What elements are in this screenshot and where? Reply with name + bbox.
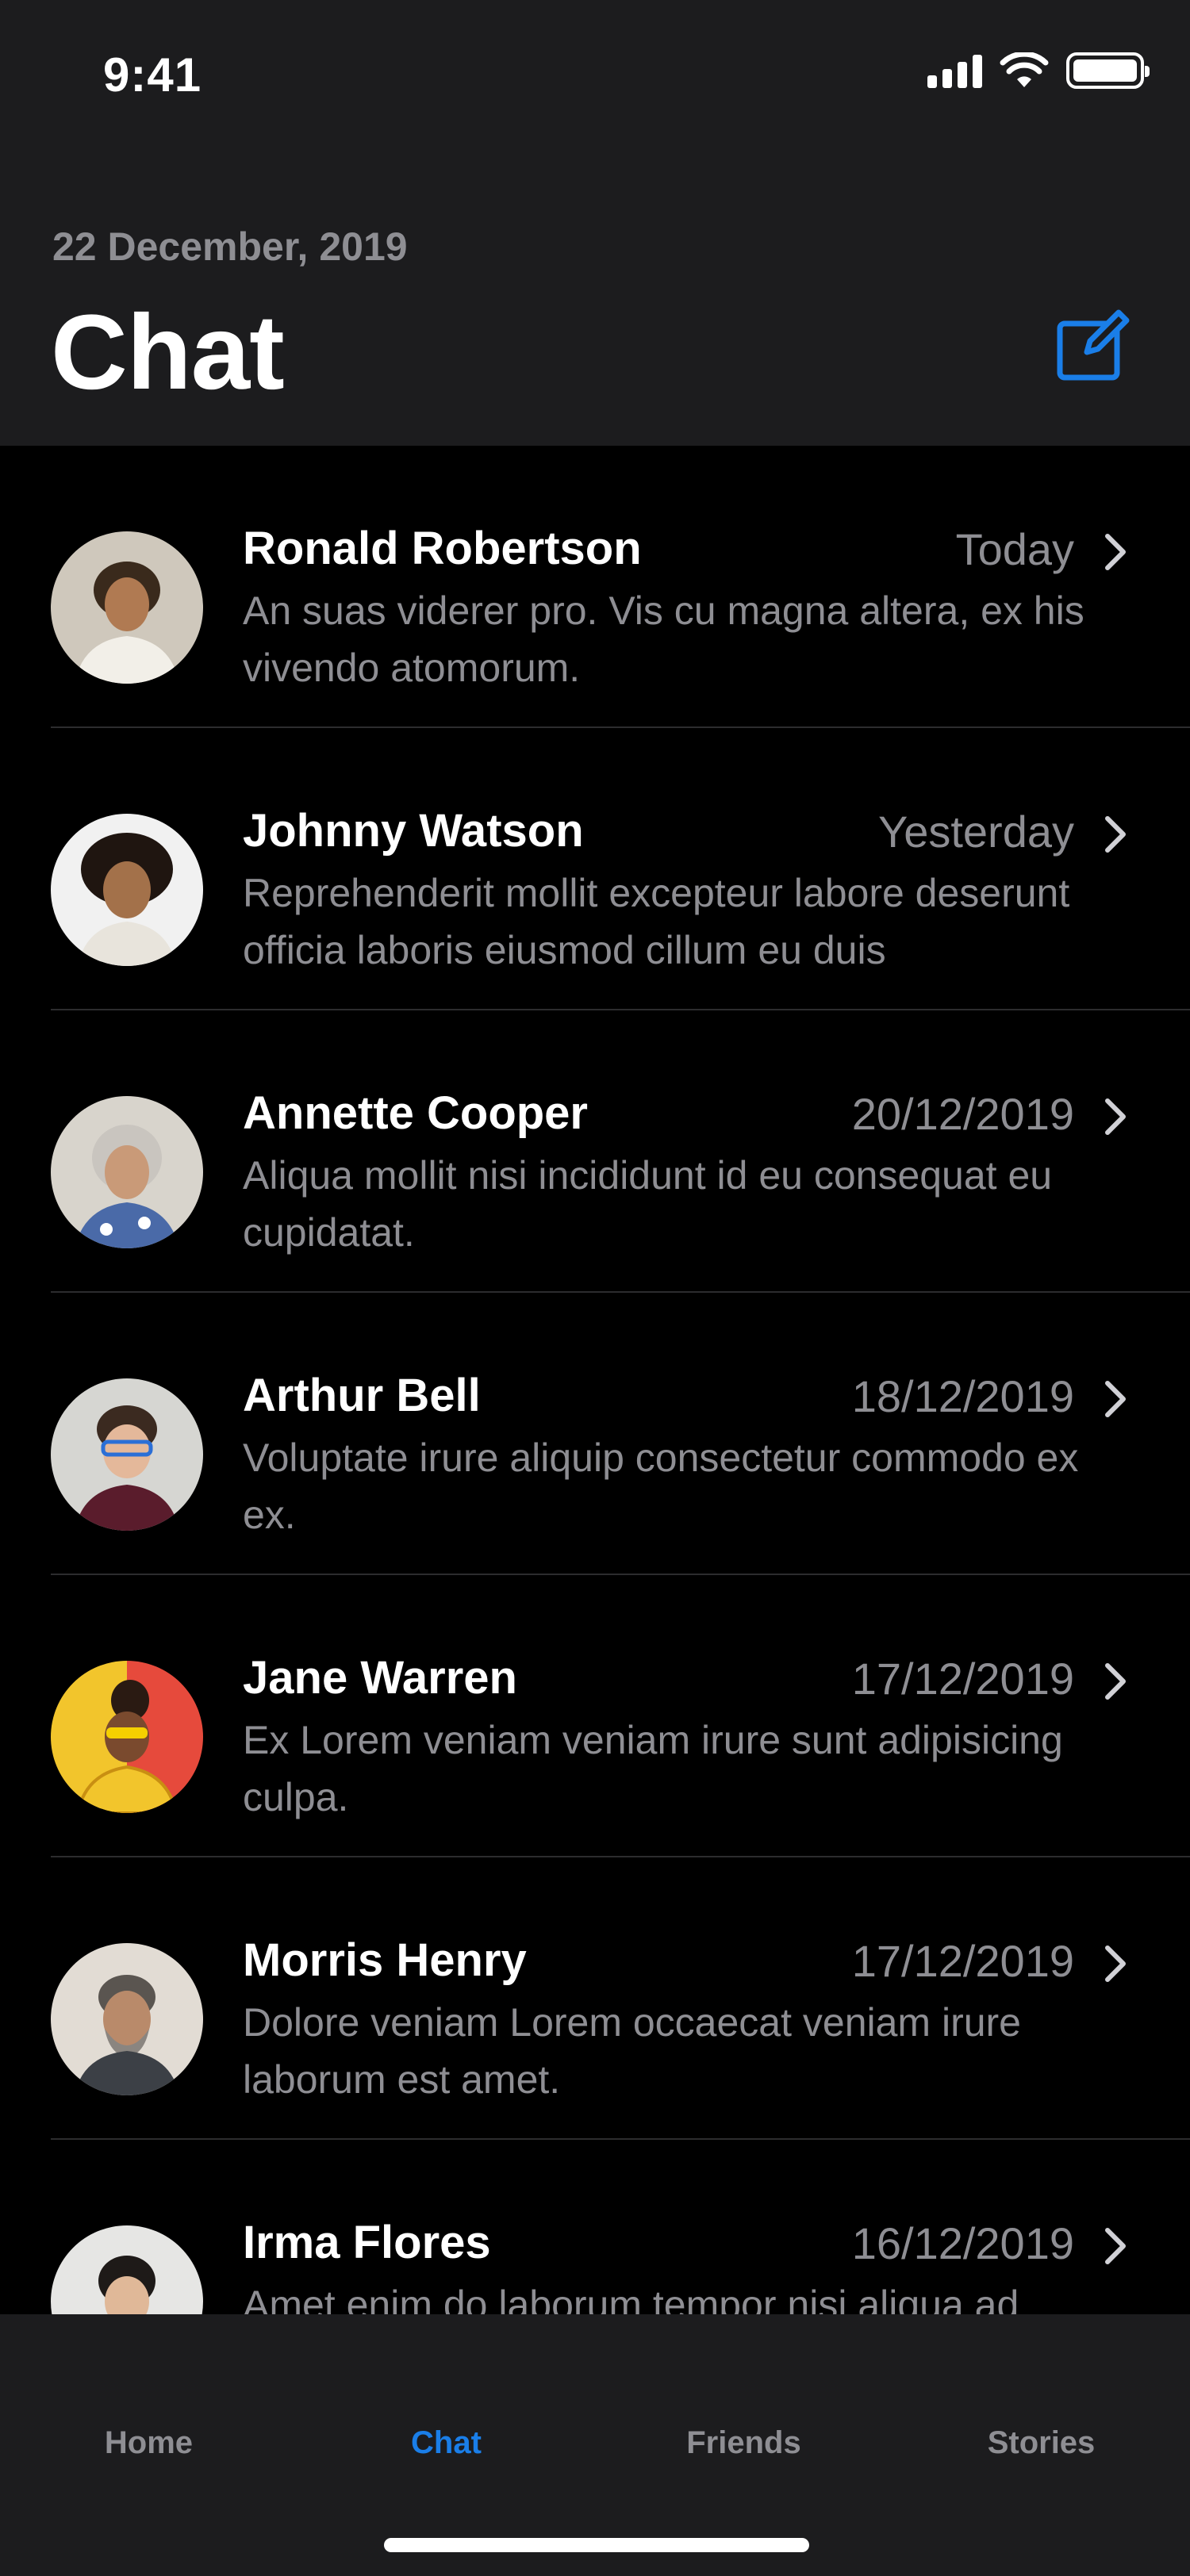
avatar [51,1943,203,2095]
message-date: 16/12/2019 [851,2218,1074,2268]
message-preview: Dolore veniam Lorem occaecat veniam irur… [243,2000,1021,2102]
contact-name: Morris Henry [243,1934,527,1986]
avatar [51,1378,203,1531]
compose-icon[interactable] [1055,306,1131,382]
message-preview: Voluptate irure aliquip consectetur comm… [243,1436,1079,1537]
battery-icon [1066,52,1150,89]
contact-name: Ronald Robertson [243,523,642,574]
message-preview: An suas viderer pro. Vis cu magna altera… [243,588,1084,690]
chat-row[interactable]: Morris Henry 17/12/2019 Dolore veniam Lo… [0,1857,1190,2140]
chat-row[interactable]: Arthur Bell 18/12/2019 Voluptate irure a… [0,1293,1190,1575]
message-date: 17/12/2019 [851,1654,1074,1704]
message-preview: Aliqua mollit nisi incididunt id eu cons… [243,1153,1053,1255]
status-icons [927,52,1150,89]
wifi-icon [1000,52,1049,87]
contact-name: Annette Cooper [243,1087,588,1139]
tab-bar: Home Chat Friends Stories [0,2314,1190,2576]
message-date: Today [955,524,1074,574]
chevron-right-icon [1105,1945,1126,1982]
header: 22 December, 2019 Chat [0,159,1190,446]
tab-home[interactable]: Home [0,2425,298,2461]
tab-chat[interactable]: Chat [298,2425,595,2461]
page-title: Chat [51,293,285,412]
avatar [51,814,203,966]
chat-list: Ronald Robertson Today An suas viderer p… [0,446,1190,2314]
status-bar: 9:41 [0,0,1190,159]
chevron-right-icon [1105,816,1126,853]
chevron-right-icon [1105,1098,1126,1135]
chat-row[interactable]: Annette Cooper 20/12/2019 Aliqua mollit … [0,1010,1190,1293]
home-indicator[interactable] [384,2538,809,2552]
avatar [51,1661,203,1813]
avatar [51,531,203,684]
contact-name: Irma Flores [243,2217,491,2268]
chat-row[interactable]: Johnny Watson Yesterday Reprehenderit mo… [0,728,1190,1010]
chat-row[interactable]: Ronald Robertson Today An suas viderer p… [0,446,1190,728]
status-time: 9:41 [103,48,202,102]
message-preview: Reprehenderit mollit excepteur labore de… [243,871,1070,972]
chevron-right-icon [1105,2228,1126,2264]
message-date: 17/12/2019 [851,1936,1074,1986]
message-date: 18/12/2019 [851,1371,1074,1421]
tab-stories[interactable]: Stories [892,2425,1190,2461]
header-date: 22 December, 2019 [52,224,408,269]
message-preview: Ex Lorem veniam veniam irure sunt adipis… [243,1718,1063,1819]
chat-row[interactable]: Irma Flores 16/12/2019 Amet enim do labo… [0,2140,1190,2314]
chevron-right-icon [1105,1381,1126,1417]
message-date: Yesterday [878,807,1074,857]
chevron-right-icon [1105,1663,1126,1700]
chat-row[interactable]: Jane Warren 17/12/2019 Ex Lorem veniam v… [0,1575,1190,1857]
signal-icon [927,53,982,88]
message-date: 20/12/2019 [851,1089,1074,1139]
message-preview: Amet enim do laborum tempor nisi aliqua … [243,2283,1019,2314]
contact-name: Johnny Watson [243,805,584,857]
contact-name: Jane Warren [243,1652,517,1704]
chevron-right-icon [1105,534,1126,570]
avatar [51,2225,203,2314]
avatar [51,1096,203,1248]
contact-name: Arthur Bell [243,1370,481,1421]
tab-friends[interactable]: Friends [595,2425,892,2461]
